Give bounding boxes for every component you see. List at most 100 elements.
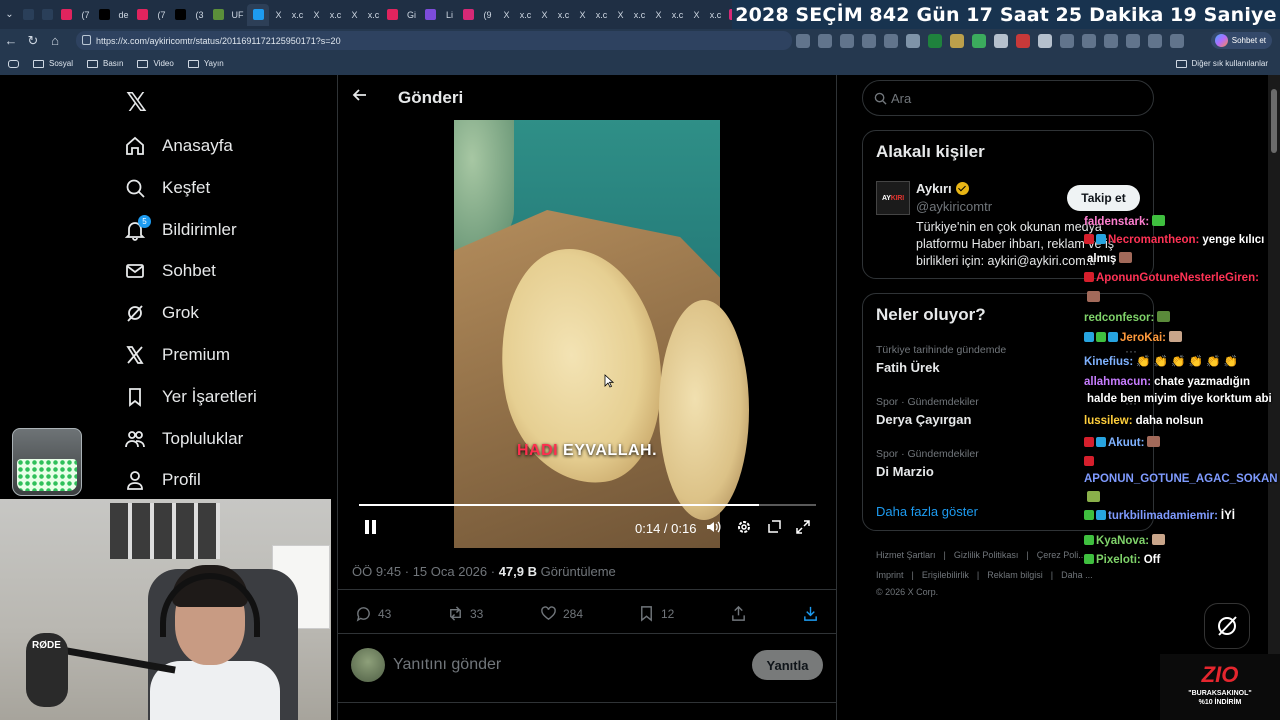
show-more-link[interactable]: Daha fazla göster: [876, 504, 978, 519]
browser-tab[interactable]: [421, 4, 440, 26]
extension-icon[interactable]: [862, 33, 876, 48]
search-input[interactable]: Ara: [862, 80, 1154, 116]
browser-tab[interactable]: [57, 4, 76, 26]
avatar[interactable]: AY KIRI: [876, 181, 910, 215]
extension-icon[interactable]: [1104, 33, 1118, 48]
browser-tab[interactable]: x.c: [630, 4, 649, 26]
browser-tab[interactable]: (3: [190, 4, 209, 26]
tab-list-button[interactable]: ⌄: [0, 4, 19, 26]
nav-item-4[interactable]: Sohbet: [124, 257, 216, 285]
browser-tab[interactable]: X: [269, 4, 288, 26]
browser-tab[interactable]: x.c: [668, 4, 687, 26]
footer-link[interactable]: Daha ...: [1061, 570, 1093, 580]
volume-icon[interactable]: [704, 518, 722, 536]
footer-link[interactable]: Çerez Poli...: [1037, 550, 1086, 560]
nav-item-2[interactable]: Keşfet: [124, 174, 210, 202]
back-icon[interactable]: ←: [0, 29, 22, 52]
follow-button[interactable]: Takip et: [1067, 185, 1140, 211]
reply-button[interactable]: 43: [355, 605, 391, 622]
trend-item[interactable]: Fatih Ürek: [876, 360, 940, 375]
nav-item-8[interactable]: Topluluklar: [124, 425, 243, 453]
bookmark-folder-basin[interactable]: Basın: [87, 59, 123, 68]
extension-icon[interactable]: [1126, 33, 1140, 48]
bookmark-folder-video[interactable]: Video: [137, 59, 174, 68]
extension-icon[interactable]: [1170, 33, 1184, 48]
browser-tab[interactable]: (7: [152, 4, 171, 26]
avatar[interactable]: [351, 648, 385, 682]
bookmark-button[interactable]: 12: [638, 605, 674, 622]
nav-item-1[interactable]: Anasayfa: [124, 132, 233, 160]
browser-tab[interactable]: [247, 3, 269, 26]
browser-tab[interactable]: X: [573, 4, 592, 26]
bookmark-folder-sosyal[interactable]: Sosyal: [33, 59, 73, 68]
fullscreen-icon[interactable]: [794, 518, 812, 536]
extension-icon[interactable]: [818, 33, 832, 48]
footer-link[interactable]: Reklam bilgisi: [987, 570, 1043, 580]
bookmarks-menu-icon[interactable]: [8, 59, 19, 68]
extension-icon[interactable]: [1060, 33, 1074, 48]
share-button[interactable]: [730, 605, 747, 622]
browser-tab[interactable]: x.c: [516, 4, 535, 26]
extension-icon[interactable]: [972, 33, 986, 48]
grok-button[interactable]: [1204, 603, 1250, 649]
extension-icon[interactable]: [1016, 33, 1030, 48]
footer-link[interactable]: Erişilebilirlik: [922, 570, 969, 580]
extension-icon[interactable]: [796, 33, 810, 48]
browser-tab[interactable]: x.c: [554, 4, 573, 26]
profile-name[interactable]: Aykırı: [916, 181, 969, 196]
download-button[interactable]: [802, 605, 819, 622]
browser-tab[interactable]: [209, 4, 228, 26]
browser-tab[interactable]: X: [345, 4, 364, 26]
video-progress-bar[interactable]: [359, 504, 816, 506]
x-logo-icon[interactable]: 𝕏: [126, 87, 147, 118]
nav-item-9[interactable]: Profil: [124, 466, 201, 494]
extension-icon[interactable]: [950, 33, 964, 48]
pause-icon[interactable]: [364, 520, 377, 534]
picture-in-picture-icon[interactable]: [765, 518, 783, 536]
trend-item[interactable]: Di Marzio: [876, 464, 934, 479]
browser-tab[interactable]: de: [114, 4, 133, 26]
nav-item-7[interactable]: Yer İşaretleri: [124, 383, 257, 411]
nav-item-3[interactable]: 5 Bildirimler: [124, 215, 237, 244]
browser-tab[interactable]: Li: [440, 4, 459, 26]
nav-item-6[interactable]: Premium: [124, 341, 230, 369]
repost-button[interactable]: 33: [447, 605, 483, 622]
extension-icon[interactable]: [840, 33, 854, 48]
browser-tab[interactable]: [383, 4, 402, 26]
extension-icon[interactable]: [1038, 33, 1052, 48]
video-player[interactable]: HADI EYVALLAH. 0:14 / 0:16: [352, 120, 823, 548]
footer-link[interactable]: Hizmet Şartları: [876, 550, 936, 560]
browser-tab[interactable]: X: [687, 4, 706, 26]
browser-tab[interactable]: [171, 4, 190, 26]
browser-tab[interactable]: x.c: [288, 4, 307, 26]
browser-tab[interactable]: x.c: [326, 4, 345, 26]
scrollbar-thumb[interactable]: [1271, 89, 1277, 153]
extension-icon[interactable]: [1148, 33, 1162, 48]
home-icon[interactable]: ⌂: [44, 29, 66, 52]
browser-tab[interactable]: UF: [228, 4, 247, 26]
settings-gear-icon[interactable]: [735, 518, 753, 536]
trend-item[interactable]: Derya Çayırgan: [876, 412, 971, 427]
footer-link[interactable]: Gizlilik Politikası: [954, 550, 1019, 560]
browser-tab[interactable]: X: [611, 4, 630, 26]
browser-tab[interactable]: (7: [76, 4, 95, 26]
browser-tab[interactable]: [19, 4, 38, 26]
footer-link[interactable]: Imprint: [876, 570, 904, 580]
browser-tab[interactable]: X: [497, 4, 516, 26]
other-bookmarks[interactable]: Diğer sık kullanılanlar: [1175, 52, 1268, 75]
extension-icon[interactable]: [994, 33, 1008, 48]
browser-tab[interactable]: [38, 4, 57, 26]
extension-icon[interactable]: [928, 33, 942, 48]
extension-icon[interactable]: [906, 33, 920, 48]
browser-tab[interactable]: x.c: [364, 4, 383, 26]
extension-icon[interactable]: [884, 33, 898, 48]
browser-tab[interactable]: X: [307, 4, 326, 26]
refresh-icon[interactable]: ↻: [22, 29, 44, 52]
url-field[interactable]: https://x.com/aykiricomtr/status/2011691…: [76, 31, 792, 50]
back-arrow-icon[interactable]: [352, 87, 368, 108]
reply-input[interactable]: Yanıtını gönder: [393, 656, 501, 674]
browser-tab[interactable]: x.c: [706, 4, 725, 26]
browser-tab[interactable]: [133, 4, 152, 26]
bookmark-folder-yayin[interactable]: Yayın: [187, 59, 224, 68]
browser-tab[interactable]: X: [649, 4, 668, 26]
